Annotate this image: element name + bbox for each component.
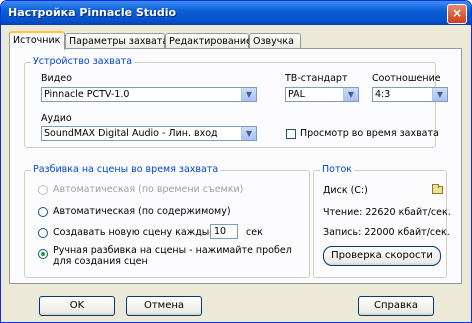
every-n-seconds-label: Создавать новую сцену каждые: [53, 227, 216, 238]
auto-content-label: Автоматическая (по содержимому): [53, 206, 231, 217]
settings-dialog: Настройка Pinnacle Studio × Источник Пар…: [0, 0, 472, 323]
cancel-button[interactable]: Отмена: [126, 296, 202, 316]
stream-group-label: Поток: [320, 164, 355, 175]
radio-auto-content[interactable]: [38, 207, 48, 217]
chevron-down-icon: ▼: [343, 88, 358, 101]
write-speed-label: Запись: 22000 кбайт/сек.: [323, 227, 450, 238]
tab-source[interactable]: Источник: [9, 31, 65, 50]
radio-every-n-seconds[interactable]: [38, 228, 48, 238]
video-device-select[interactable]: Pinnacle PCTV-1.0 ▼: [41, 87, 257, 102]
tab-editing[interactable]: Редактирование: [165, 33, 252, 48]
tab-capture-params[interactable]: Параметры захвата: [65, 33, 168, 48]
radio-auto-time[interactable]: [38, 185, 48, 195]
disk-label: Диск (C:): [323, 185, 368, 196]
tv-standard-select[interactable]: PAL ▼: [285, 87, 359, 102]
tv-standard-label: ТВ-стандарт: [285, 73, 348, 84]
preview-during-capture-checkbox[interactable]: [286, 129, 296, 139]
aspect-ratio-value: 4:3: [375, 89, 391, 100]
read-speed-label: Чтение: 22620 кбайт/сек.: [323, 207, 451, 218]
auto-time-label: Автоматическая (по времени съемки): [53, 184, 244, 195]
help-button[interactable]: Справка: [358, 296, 434, 316]
chevron-down-icon: ▼: [432, 88, 447, 101]
manual-split-label: Ручная разбивка на сцены - нажимайте про…: [53, 245, 292, 267]
title-bar[interactable]: Настройка Pinnacle Studio ×: [1, 1, 471, 25]
scene-split-group: Разбивка на сцены во время захвата Автом…: [24, 164, 310, 278]
chevron-down-icon: ▼: [241, 127, 256, 140]
audio-device-value: SoundMAX Digital Audio - Лин. вход: [44, 128, 218, 139]
seconds-input[interactable]: 10: [210, 224, 238, 239]
seconds-unit-label: сек: [246, 227, 263, 238]
capture-device-group-label: Устройство захвата: [31, 56, 135, 67]
window-title: Настройка Pinnacle Studio: [8, 6, 177, 19]
aspect-ratio-select[interactable]: 4:3 ▼: [372, 87, 448, 102]
scene-split-group-label: Разбивка на сцены во время захвата: [31, 164, 221, 175]
stream-group: Поток Диск (C:) Чтение: 22620 кбайт/сек.…: [313, 164, 451, 278]
chevron-down-icon: ▼: [241, 88, 256, 101]
capture-device-group: Устройство захвата Видео Pinnacle PCTV-1…: [24, 56, 448, 148]
folder-icon[interactable]: [432, 184, 443, 194]
tab-voiceover[interactable]: Озвучка: [249, 33, 301, 48]
tab-panel-source: Устройство захвата Видео Pinnacle PCTV-1…: [9, 48, 462, 284]
audio-label: Аудио: [41, 113, 72, 124]
radio-manual-split[interactable]: [38, 249, 48, 259]
aspect-ratio-label: Соотношение: [372, 73, 441, 84]
audio-device-select[interactable]: SoundMAX Digital Audio - Лин. вход ▼: [41, 126, 257, 141]
close-button[interactable]: ×: [447, 4, 467, 24]
video-device-value: Pinnacle PCTV-1.0: [44, 89, 130, 100]
video-label: Видео: [41, 73, 72, 84]
speed-test-button[interactable]: Проверка скорости: [323, 246, 441, 266]
tv-standard-value: PAL: [288, 89, 305, 100]
preview-during-capture-label: Просмотр во время захвата: [300, 128, 439, 139]
ok-button[interactable]: OK: [39, 296, 115, 316]
